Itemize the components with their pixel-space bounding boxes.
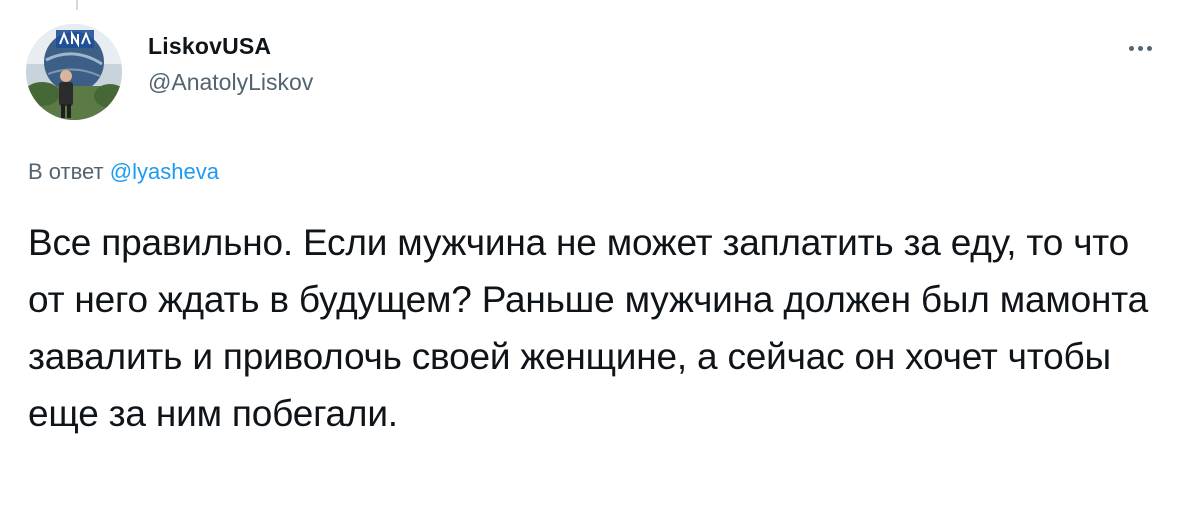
author-handle[interactable]: @AnatolyLiskov (148, 68, 313, 96)
reply-mention-link[interactable]: @lyasheva (110, 159, 219, 184)
avatar-photo (26, 24, 122, 120)
reply-prefix: В ответ (28, 159, 104, 184)
tweet-author: LiskovUSA @AnatolyLiskov (148, 32, 313, 96)
more-options-button[interactable] (1120, 36, 1160, 60)
tweet-text: Все правильно. Если мужчина не может зап… (28, 222, 1148, 434)
thread-connector-line (76, 0, 78, 10)
reply-context: В ответ @lyasheva (28, 158, 219, 186)
more-horizontal-icon (1127, 45, 1154, 51)
avatar[interactable] (26, 24, 122, 120)
author-display-name[interactable]: LiskovUSA (148, 32, 313, 60)
